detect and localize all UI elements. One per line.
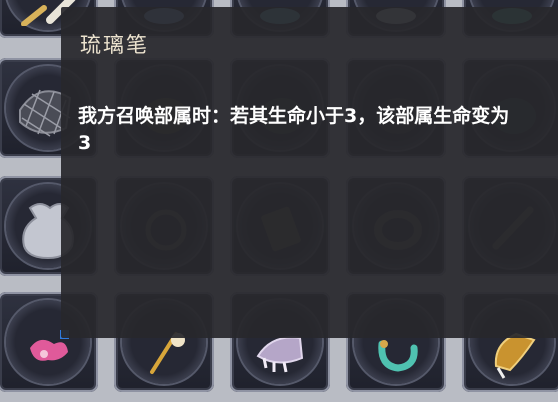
item-name: 琉璃笔 [80,33,149,57]
item-tooltip: 琉璃笔 我方召唤部属时：若其生命小于3，该部属生命变为3 [61,7,558,338]
item-description: 我方召唤部属时：若其生命小于3，该部属生命变为3 [78,105,510,154]
